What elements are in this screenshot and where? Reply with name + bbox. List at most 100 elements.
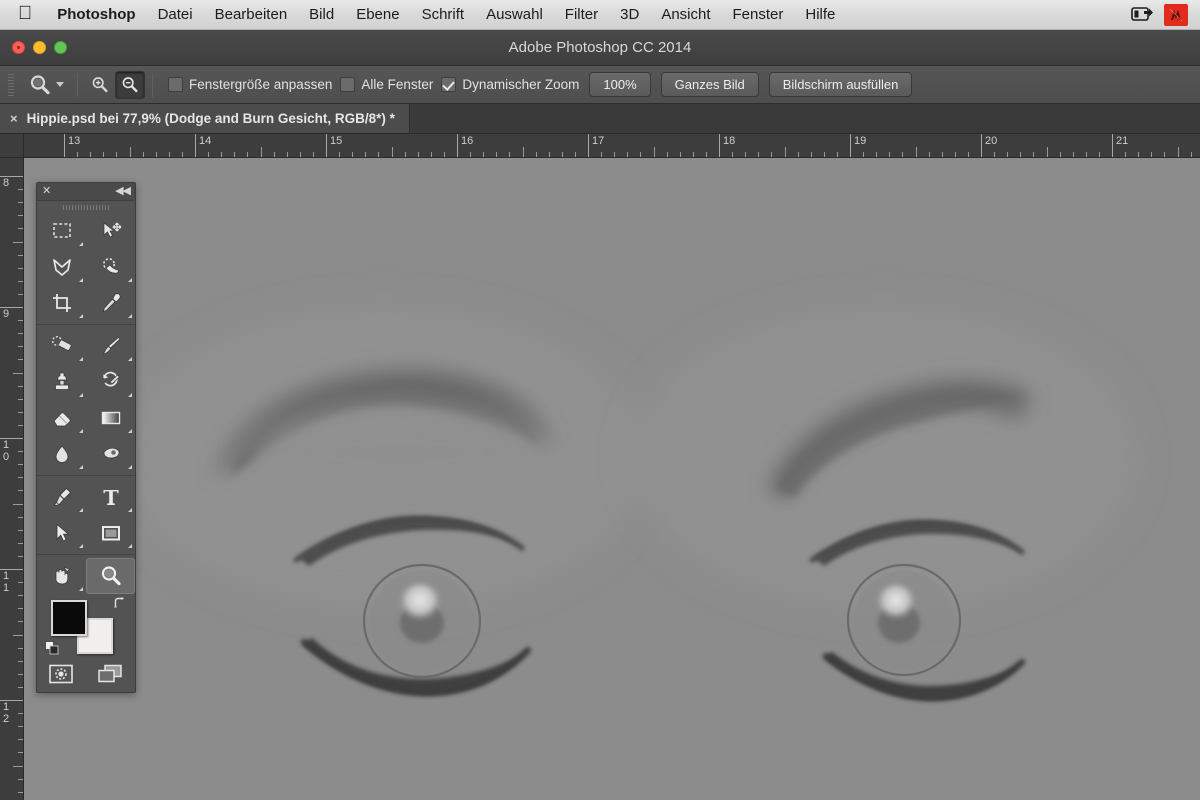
ruler-label: 21 [1116, 135, 1129, 147]
tool-path-selection[interactable] [37, 515, 86, 551]
ruler-minor-tick [653, 147, 655, 157]
quick-mask-icon[interactable] [49, 664, 73, 684]
tool-zoom[interactable] [86, 558, 135, 594]
menu-item-schrift[interactable]: Schrift [411, 0, 476, 30]
ruler-minor-tick [915, 147, 917, 157]
menu-item-bearbeiten[interactable]: Bearbeiten [204, 0, 299, 30]
tool-lasso[interactable] [37, 249, 86, 285]
toolbox-divider [37, 324, 135, 325]
flyout-indicator-icon [79, 465, 83, 469]
window-controls [0, 41, 67, 54]
macos-menu-bar:  Photoshop Datei Bearbeiten Bild Ebene … [0, 0, 1200, 30]
ruler-label: 15 [330, 135, 343, 147]
options-bar-grip[interactable] [6, 73, 16, 96]
zoom-tool-icon[interactable] [22, 73, 70, 97]
chevron-down-icon[interactable] [56, 82, 64, 87]
color-swatches [37, 596, 135, 658]
menu-item-ansicht[interactable]: Ansicht [650, 0, 721, 30]
document-tab-bar: × Hippie.psd bei 77,9% (Dodge and Burn G… [0, 104, 1200, 134]
menu-item-bild[interactable]: Bild [298, 0, 345, 30]
tool-spot-healing-brush[interactable] [37, 328, 86, 364]
tool-dodge[interactable] [86, 436, 135, 472]
ruler-major-tick [588, 134, 589, 157]
document-tab-title: Hippie.psd bei 77,9% (Dodge and Burn Ges… [26, 111, 395, 126]
menu-item-ebene[interactable]: Ebene [345, 0, 410, 30]
tool-gradient[interactable] [86, 400, 135, 436]
tool-eraser[interactable] [37, 400, 86, 436]
flyout-indicator-icon [128, 508, 132, 512]
app-badge-icon[interactable] [1164, 3, 1188, 26]
flyout-indicator-icon [128, 393, 132, 397]
ruler-minor-tick [129, 147, 131, 157]
ruler-minor-tick [391, 147, 393, 157]
tool-rectangular-marquee[interactable] [37, 213, 86, 249]
menu-item-datei[interactable]: Datei [147, 0, 204, 30]
menu-item-filter[interactable]: Filter [554, 0, 609, 30]
tool-quick-selection[interactable] [86, 249, 135, 285]
fill-screen-button[interactable]: Bildschirm ausfüllen [768, 72, 913, 97]
checkbox-label-dynamischer-zoom: Dynamischer Zoom [462, 77, 580, 92]
options-separator-2 [152, 72, 153, 97]
toolbox-drag-handle[interactable] [37, 201, 135, 213]
face-dodge-burn-artwork [24, 158, 1200, 800]
ruler-major-tick [850, 134, 851, 157]
menu-item-fenster[interactable]: Fenster [722, 0, 795, 30]
tool-pen[interactable] [37, 479, 86, 515]
tool-type[interactable] [86, 479, 135, 515]
tool-eyedropper[interactable] [86, 285, 135, 321]
horizontal-ruler[interactable]: 13 14 15 16 17 18 19 20 21 [24, 134, 1200, 158]
default-colors-icon[interactable] [45, 641, 60, 656]
tool-history-brush[interactable] [86, 364, 135, 400]
menu-item-photoshop[interactable]: Photoshop [46, 0, 146, 30]
swap-colors-icon[interactable] [113, 596, 127, 610]
image-canvas[interactable] [24, 158, 1200, 800]
zoom-button[interactable] [54, 41, 67, 54]
vertical-ruler[interactable]: 8 9 1 0 1 1 1 2 [0, 158, 24, 800]
menu-bar-status-area [1130, 3, 1192, 26]
collapse-panel-icon[interactable]: ◀◀ [115, 186, 131, 197]
checkbox-box-dynamischer-zoom[interactable] [441, 77, 457, 92]
tool-hand[interactable] [37, 558, 86, 594]
checkbox-box-fenstergroesse[interactable] [168, 77, 183, 92]
menu-item-3d[interactable]: 3D [609, 0, 650, 30]
checkbox-alle-fenster[interactable]: Alle Fenster [340, 77, 433, 92]
tool-move[interactable] [86, 213, 135, 249]
ruler-corner[interactable] [0, 134, 24, 158]
ruler-label: 18 [723, 135, 736, 147]
flyout-indicator-icon [79, 508, 83, 512]
window-title: Adobe Photoshop CC 2014 [508, 39, 692, 56]
menu-item-hilfe[interactable]: Hilfe [794, 0, 846, 30]
ruler-minor-tick [13, 503, 23, 505]
screen-mode-icon[interactable] [97, 664, 123, 684]
tool-clone-stamp[interactable] [37, 364, 86, 400]
zoom-out-icon[interactable] [115, 70, 145, 99]
tool-rectangle-shape[interactable] [86, 515, 135, 551]
ruler-minor-tick [13, 634, 23, 636]
checkbox-dynamischer-zoom[interactable]: Dynamischer Zoom [441, 77, 579, 92]
ruler-minor-tick [13, 241, 23, 243]
tool-crop[interactable] [37, 285, 86, 321]
close-icon[interactable]: × [10, 112, 18, 125]
checkbox-box-alle-fenster[interactable] [340, 77, 356, 92]
ruler-major-tick [1112, 134, 1113, 157]
ruler-minor-tick [13, 765, 23, 767]
fit-on-screen-button[interactable]: Ganzes Bild [660, 72, 759, 97]
screen-share-icon[interactable] [1130, 5, 1156, 25]
document-tab-hippie[interactable]: × Hippie.psd bei 77,9% (Dodge and Burn G… [0, 104, 410, 133]
close-icon[interactable]: ✕ [42, 186, 51, 197]
ruler-label: 20 [985, 135, 998, 147]
zoom-100-percent-button[interactable]: 100% [589, 72, 651, 97]
menu-item-auswahl[interactable]: Auswahl [475, 0, 554, 30]
close-button[interactable] [12, 41, 25, 54]
options-bar: Fenstergröße anpassen Alle Fenster Dynam… [0, 66, 1200, 104]
flyout-indicator-icon [79, 278, 83, 282]
checkbox-fenstergroesse-anpassen[interactable]: Fenstergröße anpassen [168, 77, 332, 92]
tool-blur[interactable] [37, 436, 86, 472]
tool-brush[interactable] [86, 328, 135, 364]
foreground-color-swatch[interactable] [51, 600, 87, 636]
zoom-in-icon[interactable] [85, 71, 115, 99]
minimize-button[interactable] [33, 41, 46, 54]
apple-logo-icon[interactable]:  [8, 4, 46, 26]
ruler-minor-tick [522, 147, 524, 157]
toolbox-panel: ✕ ◀◀ [36, 182, 136, 693]
